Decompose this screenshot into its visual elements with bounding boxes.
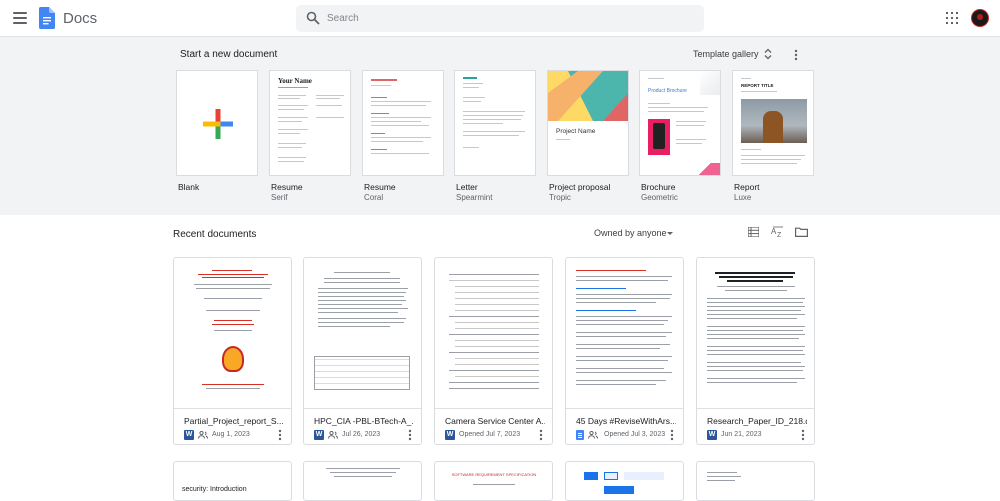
template-sub-luxe: Luxe (734, 193, 752, 202)
document-title[interactable]: 45 Days #ReviseWithArs... (576, 416, 676, 426)
word-file-icon: W (184, 430, 194, 440)
folder-icon[interactable] (795, 227, 808, 237)
document-date: Opened Jul 3, 2023 (604, 431, 666, 438)
template-name-blank[interactable]: Blank (178, 182, 199, 192)
search-bar[interactable] (296, 5, 704, 32)
template-project-proposal-tropic[interactable]: Project Name (547, 70, 629, 176)
more-options-icon[interactable] (793, 49, 799, 61)
search-icon[interactable] (306, 11, 320, 25)
template-name-resume-serif[interactable]: Resume (271, 182, 303, 192)
template-blank[interactable] (176, 70, 258, 176)
document-date: Jun 21, 2023 (721, 431, 762, 438)
document-card[interactable]: 45 Days #ReviseWithArs... Opened Jul 3, … (565, 257, 684, 445)
owner-filter-dropdown[interactable]: Owned by anyone (594, 228, 667, 238)
sort-az-icon[interactable]: A Z (771, 226, 785, 238)
template-sub-spearmint: Spearmint (456, 193, 493, 202)
template-sub-coral: Coral (364, 193, 384, 202)
document-card[interactable]: SOFTWARE REQUIREMENT SPECIFICATION (434, 461, 553, 501)
template-name-report[interactable]: Report (734, 182, 760, 192)
more-options-icon[interactable] (670, 429, 674, 441)
document-card[interactable]: Research_Paper_ID_218.d... W Jun 21, 202… (696, 257, 815, 445)
word-file-icon: W (314, 430, 324, 440)
document-card[interactable]: HPC_CIA -PBL-BTech-A_... W Jul 26, 2023 (303, 257, 422, 445)
more-options-icon[interactable] (408, 429, 412, 441)
google-apps-icon[interactable] (946, 12, 958, 24)
template-letter-spearmint[interactable] (454, 70, 536, 176)
template-name-project-proposal[interactable]: Project proposal (549, 182, 610, 192)
top-bar: Docs (0, 0, 1000, 37)
start-new-heading: Start a new document (180, 49, 278, 60)
document-title[interactable]: Partial_Project_report_S... (184, 416, 284, 426)
document-date: Aug 1, 2023 (212, 431, 250, 438)
template-gallery-button[interactable]: Template gallery (693, 49, 759, 59)
document-title[interactable]: Camera Service Center A... (445, 416, 545, 426)
document-card[interactable] (565, 461, 684, 501)
document-thumbnail[interactable] (435, 258, 552, 409)
search-input[interactable] (327, 5, 687, 32)
resume-name-text: Your Name (278, 77, 312, 85)
document-date: Jul 26, 2023 (342, 431, 381, 438)
word-file-icon: W (707, 430, 717, 440)
thumbnail-text: security: Introduction (182, 486, 247, 493)
template-brochure-geometric[interactable]: Product Brochure (639, 70, 721, 176)
template-sub-tropic: Tropic (549, 193, 571, 202)
google-docs-file-icon (576, 430, 584, 440)
thumbnail-text: SOFTWARE REQUIREMENT SPECIFICATION (451, 472, 537, 477)
document-card[interactable] (696, 461, 815, 501)
template-sub-geometric: Geometric (641, 193, 678, 202)
template-resume-coral[interactable] (362, 70, 444, 176)
template-report-luxe[interactable]: REPORT TITLE (732, 70, 814, 176)
document-card[interactable]: Partial_Project_report_S... W Aug 1, 202… (173, 257, 292, 445)
template-section: Start a new document Template gallery Yo… (0, 37, 1000, 215)
template-name-resume-coral[interactable]: Resume (364, 182, 396, 192)
dropdown-caret-icon[interactable] (667, 232, 673, 235)
report-title-text: REPORT TITLE (741, 83, 774, 88)
docs-logo-icon[interactable] (39, 7, 55, 29)
template-name-brochure[interactable]: Brochure (641, 182, 676, 192)
document-card[interactable]: security: Introduction (173, 461, 292, 501)
document-card[interactable]: Camera Service Center A... W Opened Jul … (434, 257, 553, 445)
more-options-icon[interactable] (278, 429, 282, 441)
svg-text:Z: Z (777, 232, 782, 238)
document-thumbnail[interactable] (566, 258, 683, 409)
expand-collapse-icon[interactable] (764, 48, 772, 60)
template-resume-serif[interactable]: Your Name (269, 70, 351, 176)
shared-icon (198, 431, 208, 439)
document-thumbnail[interactable] (304, 258, 421, 409)
account-avatar[interactable] (971, 9, 989, 27)
more-options-icon[interactable] (801, 429, 805, 441)
list-view-icon[interactable] (748, 227, 759, 237)
document-thumbnail[interactable] (697, 258, 814, 409)
template-sub-serif: Serif (271, 193, 288, 202)
document-title[interactable]: HPC_CIA -PBL-BTech-A_... (314, 416, 414, 426)
document-date: Opened Jul 7, 2023 (459, 431, 521, 438)
tropic-graphic (548, 71, 628, 121)
project-name-text: Project Name (556, 128, 596, 135)
brochure-title-text: Product Brochure (648, 88, 687, 94)
more-options-icon[interactable] (539, 429, 543, 441)
plus-icon (203, 109, 233, 139)
recent-documents-heading: Recent documents (173, 229, 257, 240)
document-thumbnail[interactable] (174, 258, 291, 409)
main-menu-icon[interactable] (12, 10, 28, 26)
app-title[interactable]: Docs (63, 10, 97, 27)
shared-icon (328, 431, 338, 439)
shared-icon (588, 431, 598, 439)
word-file-icon: W (445, 430, 455, 440)
document-card[interactable] (303, 461, 422, 501)
document-title[interactable]: Research_Paper_ID_218.d... (707, 416, 807, 426)
template-name-letter[interactable]: Letter (456, 182, 478, 192)
